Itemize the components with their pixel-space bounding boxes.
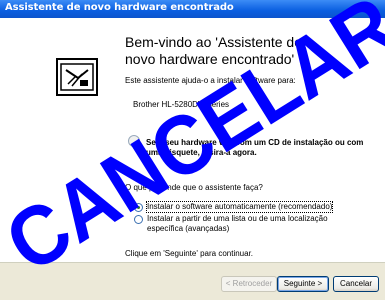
cd-instruction: Se o seu hardware vier com um CD de inst… <box>146 138 364 157</box>
page-heading: Bem-vindo ao 'Assistente de novo hardwar… <box>125 34 302 67</box>
back-button[interactable]: < Retroceder <box>221 276 277 292</box>
wizard-content: Bem-vindo ao 'Assistente de novo hardwar… <box>116 18 385 262</box>
cd-icon <box>128 135 140 147</box>
option-manual-install-label[interactable]: Instalar a partir de uma lista ou de uma… <box>147 214 352 234</box>
radio-auto-install[interactable] <box>134 203 143 212</box>
continue-text: Clique em 'Seguinte' para continuar. <box>125 249 254 258</box>
device-name: Brother HL-5280DW series <box>133 100 230 109</box>
cancel-button[interactable]: Cancelar <box>333 276 379 292</box>
window-title: Assistente de novo hardware encontrado <box>5 2 234 13</box>
question-text: O que pretende que o assistente faça? <box>125 183 263 192</box>
radio-manual-install[interactable] <box>134 215 143 224</box>
wizard-sidebar <box>0 18 116 262</box>
intro-text: Este assistente ajuda-o a instalar softw… <box>125 76 296 85</box>
wizard-window: Assistente de novo hardware encontrado B… <box>0 0 385 300</box>
title-bar[interactable]: Assistente de novo hardware encontrado <box>0 0 385 18</box>
option-auto-install-label[interactable]: Instalar o software automaticamente (rec… <box>145 201 334 213</box>
next-button[interactable]: Seguinte > <box>277 276 329 292</box>
hardware-wizard-icon <box>56 58 98 96</box>
